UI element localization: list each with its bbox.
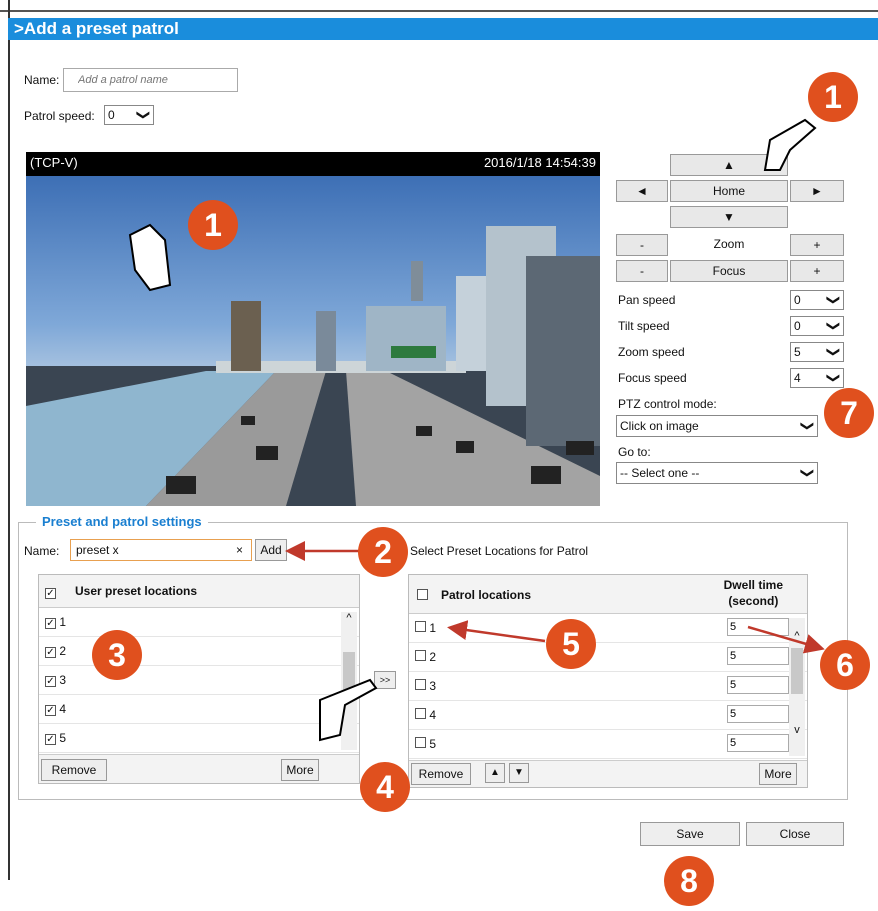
callout-2-icon: 2 <box>358 527 408 577</box>
callout-5-icon: 5 <box>546 619 596 669</box>
callout-3-icon: 3 <box>92 630 142 680</box>
callout-8-icon: 8 <box>664 856 714 906</box>
arrow-to-patrol-item-icon <box>447 620 546 643</box>
arrow-to-dwell-time-icon <box>747 625 825 654</box>
callout-7-icon: 7 <box>824 388 874 438</box>
callout-6-icon: 6 <box>820 640 870 690</box>
callout-1-icon: 1 <box>188 200 238 250</box>
annotation-overlay <box>128 118 825 742</box>
callout-4-icon: 4 <box>360 762 410 812</box>
callout-1-icon: 1 <box>808 72 858 122</box>
